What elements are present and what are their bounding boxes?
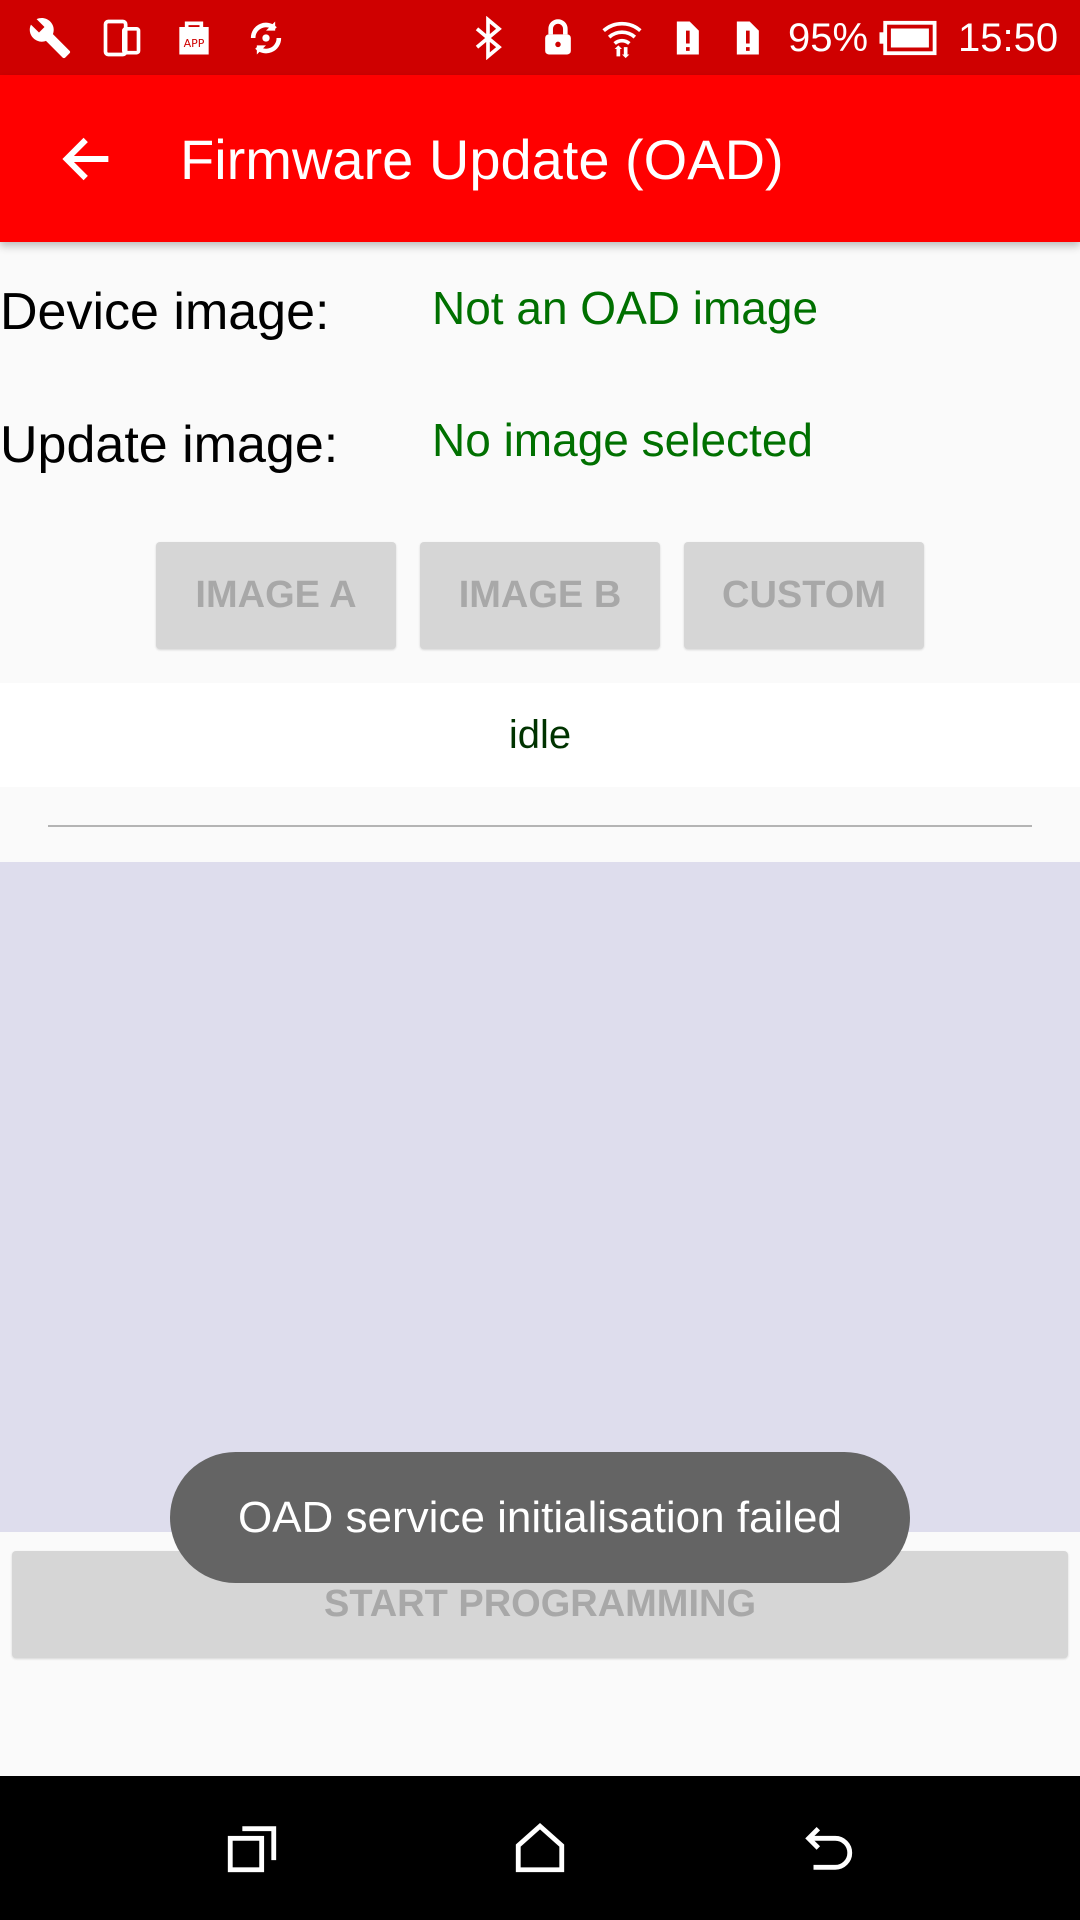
custom-image-button[interactable]: CUSTOM [684,542,924,649]
home-button[interactable] [490,1798,590,1898]
nav-back-button[interactable] [778,1798,878,1898]
recent-apps-icon [227,1826,277,1873]
back-button[interactable] [44,117,128,201]
devices-icon [96,12,148,64]
toast-message: OAD service initialisation failed [170,1452,910,1583]
recent-apps-button[interactable] [202,1798,302,1898]
progress-bar [48,825,1032,827]
image-b-button[interactable]: IMAGE B [420,542,660,649]
app-bar: Firmware Update (OAD) [0,75,1080,242]
arrow-left-icon [62,137,109,181]
status-text: idle [508,712,572,757]
update-image-value: No image selected [432,414,813,466]
sim-alert-icon [660,12,712,64]
status-bar: APP 95% 15:50 [0,0,1080,75]
sim-alert-icon [720,12,772,64]
lock-icon [532,12,584,64]
log-area[interactable] [0,862,1080,1532]
wifi-icon [596,12,648,64]
device-image-value: Not an OAD image [432,282,819,334]
device-image-label: Device image: [0,283,330,341]
navigation-bar [0,1776,1080,1920]
status-strip: idle [0,683,1080,787]
battery-percent: 95% [788,16,869,60]
home-icon [515,1823,565,1873]
bluetooth-icon [462,12,514,64]
image-a-button[interactable]: IMAGE A [156,542,396,649]
update-image-label: Update image: [0,416,339,474]
app-store-icon: APP [168,12,220,64]
battery-icon [878,12,938,64]
back-icon [805,1826,853,1870]
sync-icon [240,12,292,64]
svg-text:APP: APP [184,37,205,50]
clock: 15:50 [958,16,1059,60]
wrench-icon [24,12,76,64]
toast-text: OAD service initialisation failed [237,1492,843,1542]
page-title: Firmware Update (OAD) [180,128,784,191]
